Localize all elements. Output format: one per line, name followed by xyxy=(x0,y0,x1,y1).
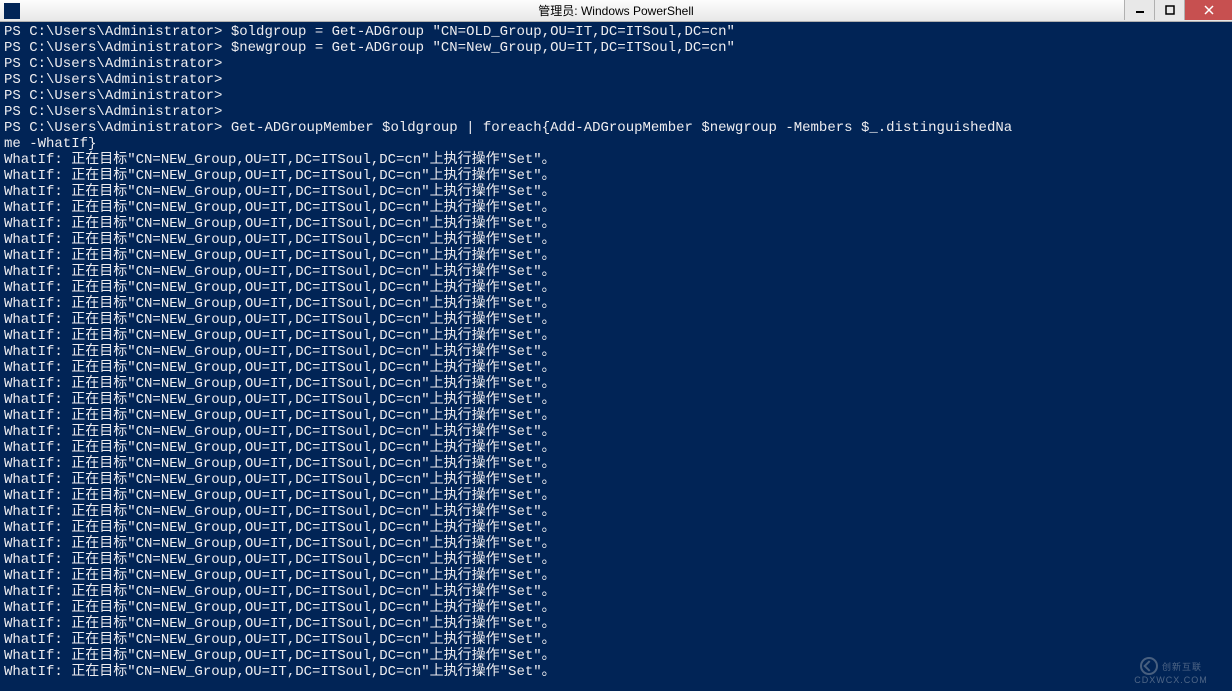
whatif-line: WhatIf: 正在目标"CN=NEW_Group,OU=IT,DC=ITSou… xyxy=(4,616,1228,632)
window-title: 管理员: Windows PowerShell xyxy=(538,2,693,19)
whatif-line: WhatIf: 正在目标"CN=NEW_Group,OU=IT,DC=ITSou… xyxy=(4,200,1228,216)
whatif-line: WhatIf: 正在目标"CN=NEW_Group,OU=IT,DC=ITSou… xyxy=(4,536,1228,552)
terminal-line: PS C:\Users\Administrator> $oldgroup = G… xyxy=(4,24,1228,40)
whatif-line: WhatIf: 正在目标"CN=NEW_Group,OU=IT,DC=ITSou… xyxy=(4,376,1228,392)
whatif-line: WhatIf: 正在目标"CN=NEW_Group,OU=IT,DC=ITSou… xyxy=(4,632,1228,648)
terminal-line: PS C:\Users\Administrator> xyxy=(4,56,1228,72)
terminal-line: PS C:\Users\Administrator> xyxy=(4,104,1228,120)
whatif-line: WhatIf: 正在目标"CN=NEW_Group,OU=IT,DC=ITSou… xyxy=(4,344,1228,360)
whatif-line: WhatIf: 正在目标"CN=NEW_Group,OU=IT,DC=ITSou… xyxy=(4,152,1228,168)
whatif-line: WhatIf: 正在目标"CN=NEW_Group,OU=IT,DC=ITSou… xyxy=(4,392,1228,408)
powershell-icon xyxy=(4,3,20,19)
whatif-line: WhatIf: 正在目标"CN=NEW_Group,OU=IT,DC=ITSou… xyxy=(4,184,1228,200)
terminal-line: me -WhatIf} xyxy=(4,136,1228,152)
whatif-line: WhatIf: 正在目标"CN=NEW_Group,OU=IT,DC=ITSou… xyxy=(4,360,1228,376)
whatif-line: WhatIf: 正在目标"CN=NEW_Group,OU=IT,DC=ITSou… xyxy=(4,216,1228,232)
maximize-button[interactable] xyxy=(1154,0,1184,20)
whatif-line: WhatIf: 正在目标"CN=NEW_Group,OU=IT,DC=ITSou… xyxy=(4,648,1228,664)
terminal-output[interactable]: PS C:\Users\Administrator> $oldgroup = G… xyxy=(0,22,1232,682)
maximize-icon xyxy=(1165,5,1175,15)
close-icon xyxy=(1204,5,1214,15)
terminal-line: PS C:\Users\Administrator> $newgroup = G… xyxy=(4,40,1228,56)
whatif-line: WhatIf: 正在目标"CN=NEW_Group,OU=IT,DC=ITSou… xyxy=(4,280,1228,296)
terminal-line: PS C:\Users\Administrator> xyxy=(4,72,1228,88)
whatif-line: WhatIf: 正在目标"CN=NEW_Group,OU=IT,DC=ITSou… xyxy=(4,408,1228,424)
whatif-line: WhatIf: 正在目标"CN=NEW_Group,OU=IT,DC=ITSou… xyxy=(4,424,1228,440)
whatif-line: WhatIf: 正在目标"CN=NEW_Group,OU=IT,DC=ITSou… xyxy=(4,600,1228,616)
whatif-line: WhatIf: 正在目标"CN=NEW_Group,OU=IT,DC=ITSou… xyxy=(4,168,1228,184)
whatif-line: WhatIf: 正在目标"CN=NEW_Group,OU=IT,DC=ITSou… xyxy=(4,504,1228,520)
whatif-line: WhatIf: 正在目标"CN=NEW_Group,OU=IT,DC=ITSou… xyxy=(4,264,1228,280)
whatif-line: WhatIf: 正在目标"CN=NEW_Group,OU=IT,DC=ITSou… xyxy=(4,328,1228,344)
whatif-line: WhatIf: 正在目标"CN=NEW_Group,OU=IT,DC=ITSou… xyxy=(4,472,1228,488)
whatif-line: WhatIf: 正在目标"CN=NEW_Group,OU=IT,DC=ITSou… xyxy=(4,568,1228,584)
minimize-icon xyxy=(1135,5,1145,15)
whatif-line: WhatIf: 正在目标"CN=NEW_Group,OU=IT,DC=ITSou… xyxy=(4,584,1228,600)
terminal-line: PS C:\Users\Administrator> xyxy=(4,88,1228,104)
close-button[interactable] xyxy=(1184,0,1232,20)
whatif-line: WhatIf: 正在目标"CN=NEW_Group,OU=IT,DC=ITSou… xyxy=(4,296,1228,312)
whatif-line: WhatIf: 正在目标"CN=NEW_Group,OU=IT,DC=ITSou… xyxy=(4,440,1228,456)
terminal-line: PS C:\Users\Administrator> Get-ADGroupMe… xyxy=(4,120,1228,136)
whatif-line: WhatIf: 正在目标"CN=NEW_Group,OU=IT,DC=ITSou… xyxy=(4,248,1228,264)
minimize-button[interactable] xyxy=(1124,0,1154,20)
whatif-line: WhatIf: 正在目标"CN=NEW_Group,OU=IT,DC=ITSou… xyxy=(4,456,1228,472)
whatif-line: WhatIf: 正在目标"CN=NEW_Group,OU=IT,DC=ITSou… xyxy=(4,232,1228,248)
titlebar: 管理员: Windows PowerShell xyxy=(0,0,1232,22)
whatif-line: WhatIf: 正在目标"CN=NEW_Group,OU=IT,DC=ITSou… xyxy=(4,552,1228,568)
whatif-line: WhatIf: 正在目标"CN=NEW_Group,OU=IT,DC=ITSou… xyxy=(4,312,1228,328)
whatif-line: WhatIf: 正在目标"CN=NEW_Group,OU=IT,DC=ITSou… xyxy=(4,664,1228,680)
window-controls xyxy=(1124,0,1232,20)
whatif-line: WhatIf: 正在目标"CN=NEW_Group,OU=IT,DC=ITSou… xyxy=(4,488,1228,504)
whatif-line: WhatIf: 正在目标"CN=NEW_Group,OU=IT,DC=ITSou… xyxy=(4,520,1228,536)
